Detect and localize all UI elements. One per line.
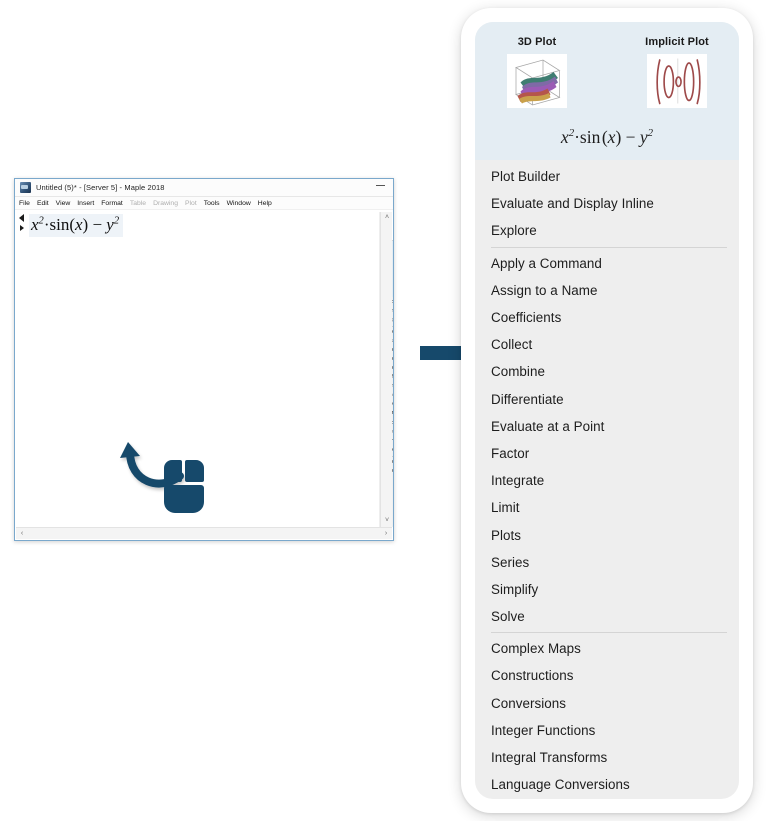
menu-item-sequence[interactable]: Sequence <box>475 798 739 799</box>
menu-item-combine[interactable]: Combine <box>475 358 739 385</box>
menubar-item-help[interactable]: Help <box>258 200 272 207</box>
menubar-item-format[interactable]: Format <box>101 200 123 207</box>
menu-item-assign-to-a-name[interactable]: Assign to a Name <box>475 277 739 304</box>
implicit-plot-thumbnail <box>647 54 707 108</box>
menu-item-collect[interactable]: Collect <box>475 331 739 358</box>
menubar-item-view[interactable]: View <box>56 200 71 207</box>
menu-item-evaluate-at-a-point[interactable]: Evaluate at a Point <box>475 413 739 440</box>
menu-item-coefficients[interactable]: Coefficients <box>475 304 739 331</box>
menu-item-apply-a-command[interactable]: Apply a Command <box>475 250 739 277</box>
preview-3d-plot[interactable]: 3D Plot <box>491 36 583 113</box>
menu-item-factor[interactable]: Factor <box>475 440 739 467</box>
context-menu-list[interactable]: Plot Builder Evaluate and Display Inline… <box>475 160 739 799</box>
menu-item-series[interactable]: Series <box>475 549 739 576</box>
menubar-item-file[interactable]: File <box>19 200 30 207</box>
menu-item-conversions[interactable]: Conversions <box>475 690 739 717</box>
menubar-item-insert[interactable]: Insert <box>77 200 94 207</box>
menu-item-explore[interactable]: Explore <box>475 217 739 244</box>
minimize-button[interactable] <box>376 185 385 186</box>
preview-label-implicit-plot: Implicit Plot <box>645 36 709 48</box>
menu-item-integrate[interactable]: Integrate <box>475 467 739 494</box>
selected-math-expression[interactable]: x2·sin(x) − y2 <box>29 214 124 237</box>
mouse-body-shape <box>164 485 204 513</box>
mouse-left-button-shape <box>164 460 182 482</box>
menu-item-integral-transforms[interactable]: Integral Transforms <box>475 744 739 771</box>
menu-item-solve[interactable]: Solve <box>475 603 739 630</box>
menu-item-simplify[interactable]: Simplify <box>475 576 739 603</box>
window-titlebar[interactable]: Untitled (5)* - [Server 5] - Maple 2018 <box>15 179 393 197</box>
execution-group-marker <box>18 214 27 238</box>
menubar-item-window[interactable]: Window <box>227 200 251 207</box>
maple-leaf-icon <box>20 182 31 193</box>
context-menu-header: 3D Plot Implicit Plot x2·sin (x) − y2 <box>475 22 739 160</box>
group-bracket-icon <box>19 214 24 222</box>
preview-label-3d-plot: 3D Plot <box>517 36 557 48</box>
context-menu-panel[interactable]: 3D Plot Implicit Plot x2·sin (x) − y2 Pl… <box>475 22 739 799</box>
window-title: Untitled (5)* - [Server 5] - Maple 2018 <box>36 183 165 192</box>
mouse-right-click-icon <box>164 460 204 513</box>
maple-application-window: Untitled (5)* - [Server 5] - Maple 2018 … <box>14 178 394 541</box>
scroll-left-arrow-icon[interactable]: ‹ <box>16 528 28 540</box>
menubar-item-tools[interactable]: Tools <box>204 200 220 207</box>
context-menu-card: 3D Plot Implicit Plot x2·sin (x) − y2 Pl… <box>461 8 753 813</box>
menubar[interactable]: File Edit View Insert Format Table Drawi… <box>15 197 393 210</box>
menu-separator <box>491 246 727 248</box>
vertical-scrollbar[interactable]: ˄ ˅ <box>380 212 392 527</box>
scroll-right-arrow-icon[interactable]: › <box>380 528 392 540</box>
menubar-item-plot: Plot <box>185 199 197 207</box>
menu-item-language-conversions[interactable]: Language Conversions <box>475 771 739 798</box>
menubar-item-edit[interactable]: Edit <box>37 200 49 207</box>
3d-surface-plot-thumbnail <box>507 54 567 108</box>
menu-item-plot-builder[interactable]: Plot Builder <box>475 163 739 190</box>
worksheet-canvas[interactable]: x2·sin(x) − y2 <box>16 212 393 527</box>
horizontal-scrollbar[interactable]: ‹ › <box>16 527 392 539</box>
menubar-item-table: Table <box>129 199 147 207</box>
menu-item-constructions[interactable]: Constructions <box>475 662 739 689</box>
menubar-item-drawing: Drawing <box>153 199 178 207</box>
menu-item-evaluate-and-display-inline[interactable]: Evaluate and Display Inline <box>475 190 739 217</box>
scroll-down-arrow-icon[interactable]: ˅ <box>381 515 393 527</box>
menu-item-complex-maps[interactable]: Complex Maps <box>475 635 739 662</box>
screenshot-root: Untitled (5)* - [Server 5] - Maple 2018 … <box>0 0 768 821</box>
menu-item-differentiate[interactable]: Differentiate <box>475 386 739 413</box>
menu-item-limit[interactable]: Limit <box>475 494 739 521</box>
prompt-arrow-icon <box>20 225 24 231</box>
menu-item-integer-functions[interactable]: Integer Functions <box>475 717 739 744</box>
preview-implicit-plot[interactable]: Implicit Plot <box>631 36 723 113</box>
menu-separator <box>491 632 727 634</box>
menu-item-plots[interactable]: Plots <box>475 521 739 548</box>
scroll-up-arrow-icon[interactable]: ˄ <box>381 212 393 224</box>
mouse-right-button-shape <box>185 460 204 482</box>
context-menu-expression: x2·sin (x) − y2 <box>560 127 654 147</box>
worksheet-body: x2·sin(x) − y2 ˄ ˅ ‹ › <box>15 211 393 540</box>
